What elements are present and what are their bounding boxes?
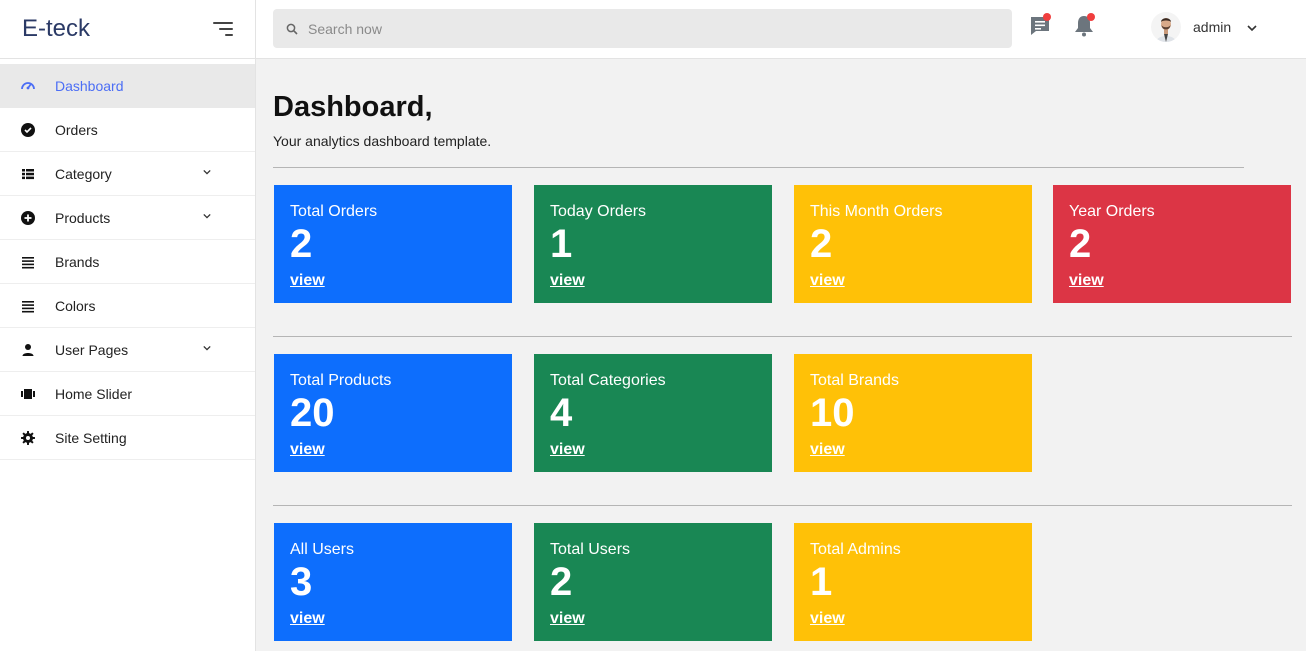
stat-card-total-products: Total Products 20 view [274, 354, 512, 472]
stat-card-total-orders: Total Orders 2 view [274, 185, 512, 303]
card-title: Total Users [550, 541, 631, 558]
stat-card-total-categories: Total Categories 4 view [534, 354, 772, 472]
stat-card-month-orders: This Month Orders 2 view [794, 185, 1032, 303]
sidebar-item-label: Brands [55, 253, 100, 270]
divider [273, 336, 1292, 337]
card-title: Today Orders [550, 203, 647, 220]
sidebar-item-label: Dashboard [55, 77, 124, 94]
brand-bar: E-teck [0, 0, 255, 59]
card-value: 2 [290, 222, 313, 266]
stat-card-total-brands: Total Brands 10 view [794, 354, 1032, 472]
card-value: 1 [810, 560, 833, 604]
card-title: Total Brands [810, 372, 899, 389]
view-link[interactable]: view [810, 441, 845, 459]
card-value: 2 [810, 222, 833, 266]
card-value: 2 [550, 560, 573, 604]
sidebar-item-orders[interactable]: Orders [0, 108, 255, 152]
avatar [1151, 12, 1181, 42]
view-link[interactable]: view [810, 272, 845, 290]
sidebar-nav: Dashboard Orders Category Products Brand… [0, 64, 255, 460]
stat-card-today-orders: Today Orders 1 view [534, 185, 772, 303]
card-title: Total Categories [550, 372, 666, 389]
card-title: This Month Orders [810, 203, 943, 220]
view-link[interactable]: view [1069, 272, 1104, 290]
stat-card-year-orders: Year Orders 2 view [1053, 185, 1291, 303]
notification-dot [1087, 13, 1095, 21]
view-link[interactable]: view [550, 441, 585, 459]
sidebar-item-home-slider[interactable]: Home Slider [0, 372, 255, 416]
chevron-down-icon [203, 169, 211, 175]
stat-card-all-users: All Users 3 view [274, 523, 512, 641]
card-value: 3 [290, 560, 313, 604]
main-content: Dashboard, Your analytics dashboard temp… [273, 59, 1306, 651]
sidebar-item-site-setting[interactable]: Site Setting [0, 416, 255, 460]
sidebar-item-label: Category [55, 165, 112, 182]
chevron-down-icon [1247, 25, 1257, 32]
lines-icon [20, 298, 36, 314]
sidebar-item-label: Products [55, 209, 111, 226]
slider-icon [20, 386, 36, 402]
menu-toggle-icon[interactable] [211, 20, 233, 38]
brand-logo[interactable]: E-teck [22, 15, 90, 43]
stat-card-total-admins: Total Admins 1 view [794, 523, 1032, 641]
chat-button[interactable] [1029, 13, 1053, 38]
card-title: Total Orders [290, 203, 378, 220]
card-value: 10 [810, 391, 855, 435]
sidebar-item-user-pages[interactable]: User Pages [0, 328, 255, 372]
view-link[interactable]: view [810, 610, 845, 628]
sidebar-item-colors[interactable]: Colors [0, 284, 255, 328]
view-link[interactable]: view [550, 610, 585, 628]
card-value: 1 [550, 222, 573, 266]
card-value: 2 [1069, 222, 1092, 266]
search-input[interactable] [308, 20, 988, 37]
notifications-button[interactable] [1072, 13, 1096, 38]
sidebar-item-category[interactable]: Category [0, 152, 255, 196]
list-icon [20, 166, 36, 182]
page-subtitle: Your analytics dashboard template. [273, 133, 492, 149]
view-link[interactable]: view [290, 610, 325, 628]
topbar: admin [256, 0, 1306, 59]
sidebar-item-brands[interactable]: Brands [0, 240, 255, 284]
sidebar-item-label: User Pages [55, 341, 129, 358]
search-bar [273, 9, 1012, 48]
user-name: admin [1193, 19, 1232, 35]
card-value: 20 [290, 391, 335, 435]
sidebar-item-label: Site Setting [55, 429, 127, 446]
card-title: Year Orders [1069, 203, 1155, 220]
gear-icon [20, 430, 36, 446]
divider [273, 505, 1292, 506]
sidebar-item-label: Colors [55, 297, 96, 314]
gauge-icon [20, 78, 36, 94]
chevron-down-icon [203, 345, 211, 351]
card-title: Total Products [290, 372, 392, 389]
sidebar-item-label: Home Slider [55, 385, 133, 402]
divider [273, 167, 1244, 168]
orders-icon [20, 122, 36, 138]
card-title: Total Admins [810, 541, 901, 558]
search-icon [286, 23, 298, 35]
user-icon [20, 342, 36, 358]
view-link[interactable]: view [290, 441, 325, 459]
sidebar: E-teck Dashboard Orders Category Product… [0, 0, 256, 651]
notification-dot [1043, 13, 1051, 21]
sidebar-item-products[interactable]: Products [0, 196, 255, 240]
view-link[interactable]: view [290, 272, 325, 290]
lines-icon [20, 254, 36, 270]
plus-circle-icon [20, 210, 36, 226]
card-value: 4 [550, 391, 573, 435]
user-menu[interactable]: admin [1151, 12, 1257, 42]
card-title: All Users [290, 541, 355, 558]
chevron-down-icon [203, 213, 211, 219]
sidebar-item-label: Orders [55, 121, 98, 138]
stat-card-total-users: Total Users 2 view [534, 523, 772, 641]
view-link[interactable]: view [550, 272, 585, 290]
sidebar-item-dashboard[interactable]: Dashboard [0, 64, 255, 108]
page-title: Dashboard, [273, 91, 433, 123]
